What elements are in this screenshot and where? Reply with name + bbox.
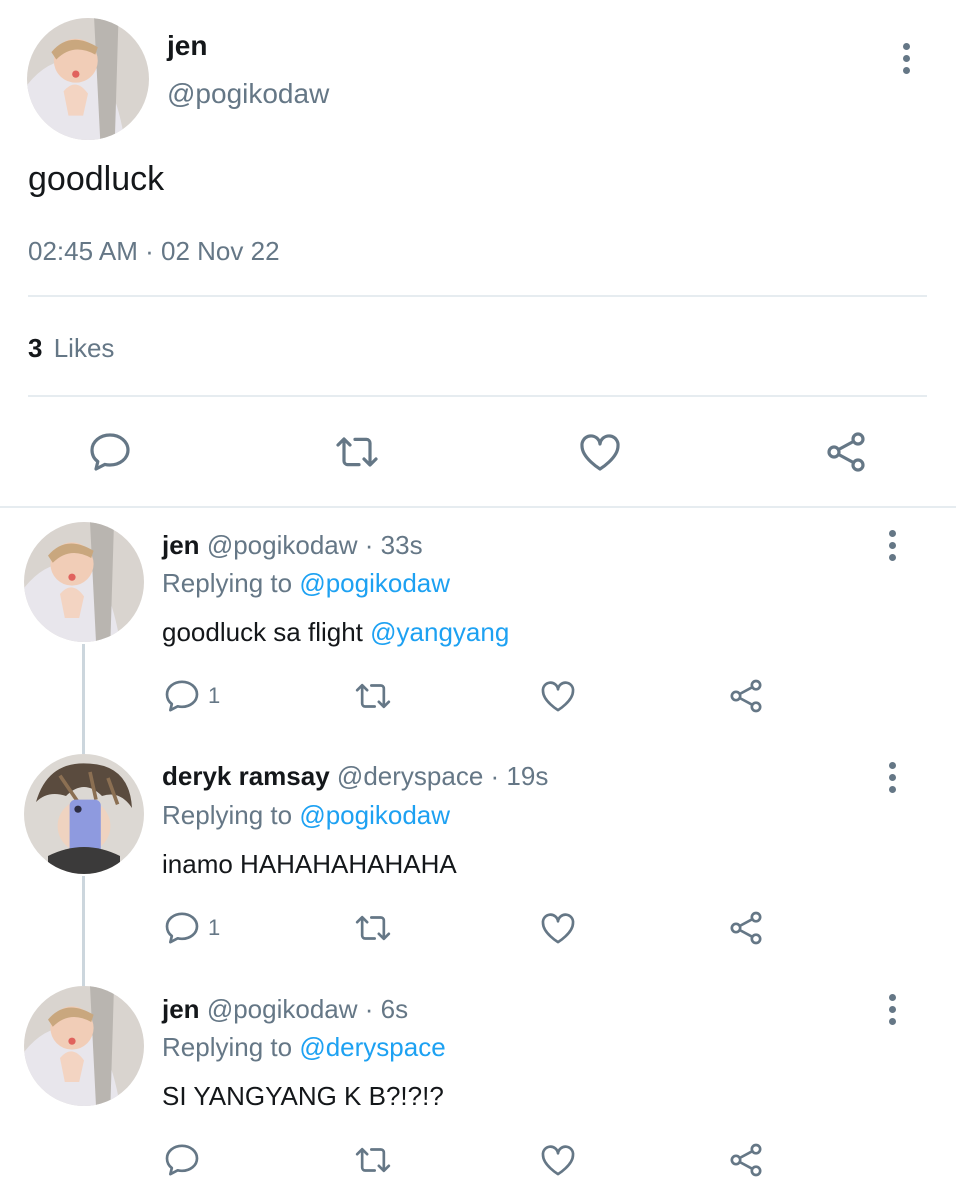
divider xyxy=(28,295,927,297)
avatar-deryk[interactable] xyxy=(24,754,144,874)
display-name[interactable]: jen xyxy=(167,30,207,62)
replying-label: Replying to xyxy=(162,800,293,830)
reply-header: deryk ramsay @deryspace · 19s xyxy=(162,761,548,792)
display-name[interactable]: jen xyxy=(162,994,200,1024)
share-icon xyxy=(730,1143,762,1177)
avatar-image xyxy=(24,986,144,1106)
more-vertical-icon[interactable] xyxy=(882,530,902,561)
retweet-icon xyxy=(355,683,391,709)
share-icon xyxy=(730,679,762,713)
reply-count: 1 xyxy=(208,683,221,708)
share-button[interactable] xyxy=(726,1140,766,1180)
heart-icon xyxy=(580,434,620,471)
reply-button[interactable] xyxy=(162,1140,202,1180)
mention[interactable]: @yangyang xyxy=(370,617,509,647)
reply-icon xyxy=(165,1144,199,1176)
replying-to: Replying to @pogikodaw xyxy=(162,800,450,831)
divider xyxy=(28,395,927,397)
like-button[interactable] xyxy=(538,908,578,948)
heart-icon xyxy=(541,681,575,712)
retweet-button[interactable] xyxy=(352,1140,394,1180)
likes-stat[interactable]: 3 Likes xyxy=(28,333,114,364)
more-vertical-icon[interactable] xyxy=(882,762,902,793)
reply-icon xyxy=(165,912,199,944)
more-vertical-icon[interactable] xyxy=(896,43,916,74)
avatar-image xyxy=(24,754,144,874)
replying-to-handle[interactable]: @deryspace xyxy=(299,1032,445,1062)
reply-header: jen @pogikodaw · 6s xyxy=(162,994,408,1025)
reply-button[interactable]: 1 xyxy=(162,908,220,948)
retweet-icon xyxy=(336,437,378,467)
reply-header: jen @pogikodaw · 33s xyxy=(162,530,423,561)
like-button[interactable] xyxy=(538,1140,578,1180)
age: 6s xyxy=(380,994,409,1024)
share-button[interactable] xyxy=(726,676,766,716)
separator: · xyxy=(145,236,154,266)
replying-to-handle[interactable]: @pogikodaw xyxy=(299,568,450,598)
replying-to-handle[interactable]: @pogikodaw xyxy=(299,800,450,830)
likes-count: 3 xyxy=(28,333,43,363)
avatar-image xyxy=(24,522,144,642)
handle[interactable]: @pogikodaw xyxy=(207,530,358,560)
reply-icon xyxy=(165,680,199,712)
section-divider xyxy=(0,506,956,508)
handle[interactable]: @deryspace xyxy=(337,761,483,791)
reply-text: inamo HAHAHAHAHAHA xyxy=(162,849,457,879)
reply-text: goodluck sa flight xyxy=(162,617,363,647)
display-name[interactable]: deryk ramsay xyxy=(162,761,330,791)
reply-text: SI YANGYANG K B?!?!? xyxy=(162,1081,444,1111)
reply-button[interactable]: 1 xyxy=(162,676,220,716)
handle[interactable]: @pogikodaw xyxy=(207,994,358,1024)
replying-label: Replying to xyxy=(162,568,293,598)
retweet-icon xyxy=(355,915,391,941)
avatar-jen[interactable] xyxy=(24,522,144,642)
timestamp: 02:45 AM · 02 Nov 22 xyxy=(28,236,280,267)
tweet-text: goodluck xyxy=(28,160,165,198)
age: 33s xyxy=(380,530,423,560)
heart-icon xyxy=(541,1145,575,1176)
share-button[interactable] xyxy=(726,908,766,948)
share-icon xyxy=(827,432,865,472)
separator: · xyxy=(490,761,500,791)
date[interactable]: 02 Nov 22 xyxy=(161,236,280,266)
separator: · xyxy=(364,994,374,1024)
reply-icon xyxy=(90,433,130,471)
age: 19s xyxy=(506,761,549,791)
time[interactable]: 02:45 AM xyxy=(28,236,138,266)
likes-label: Likes xyxy=(53,333,115,363)
share-icon xyxy=(730,911,762,945)
more-vertical-icon[interactable] xyxy=(882,994,902,1025)
replying-to: Replying to @deryspace xyxy=(162,1032,446,1063)
like-button[interactable] xyxy=(576,428,624,476)
replying-label: Replying to xyxy=(162,1032,293,1062)
display-name[interactable]: jen xyxy=(162,530,200,560)
share-button[interactable] xyxy=(822,428,870,476)
thread-line xyxy=(82,876,85,986)
reply-count: 1 xyxy=(208,915,221,940)
avatar-jen[interactable] xyxy=(24,986,144,1106)
heart-icon xyxy=(541,913,575,944)
avatar-image xyxy=(27,18,149,140)
replying-to: Replying to @pogikodaw xyxy=(162,568,450,599)
retweet-button[interactable] xyxy=(352,908,394,948)
retweet-icon xyxy=(355,1147,391,1173)
avatar-jen[interactable] xyxy=(27,18,149,140)
retweet-button[interactable] xyxy=(352,676,394,716)
handle[interactable]: @pogikodaw xyxy=(167,78,329,110)
separator: · xyxy=(364,530,374,560)
reply-body: goodluck sa flight @yangyang xyxy=(162,617,509,648)
retweet-button[interactable] xyxy=(332,428,382,476)
reply-button[interactable] xyxy=(86,428,134,476)
like-button[interactable] xyxy=(538,676,578,716)
thread-line xyxy=(82,644,85,754)
